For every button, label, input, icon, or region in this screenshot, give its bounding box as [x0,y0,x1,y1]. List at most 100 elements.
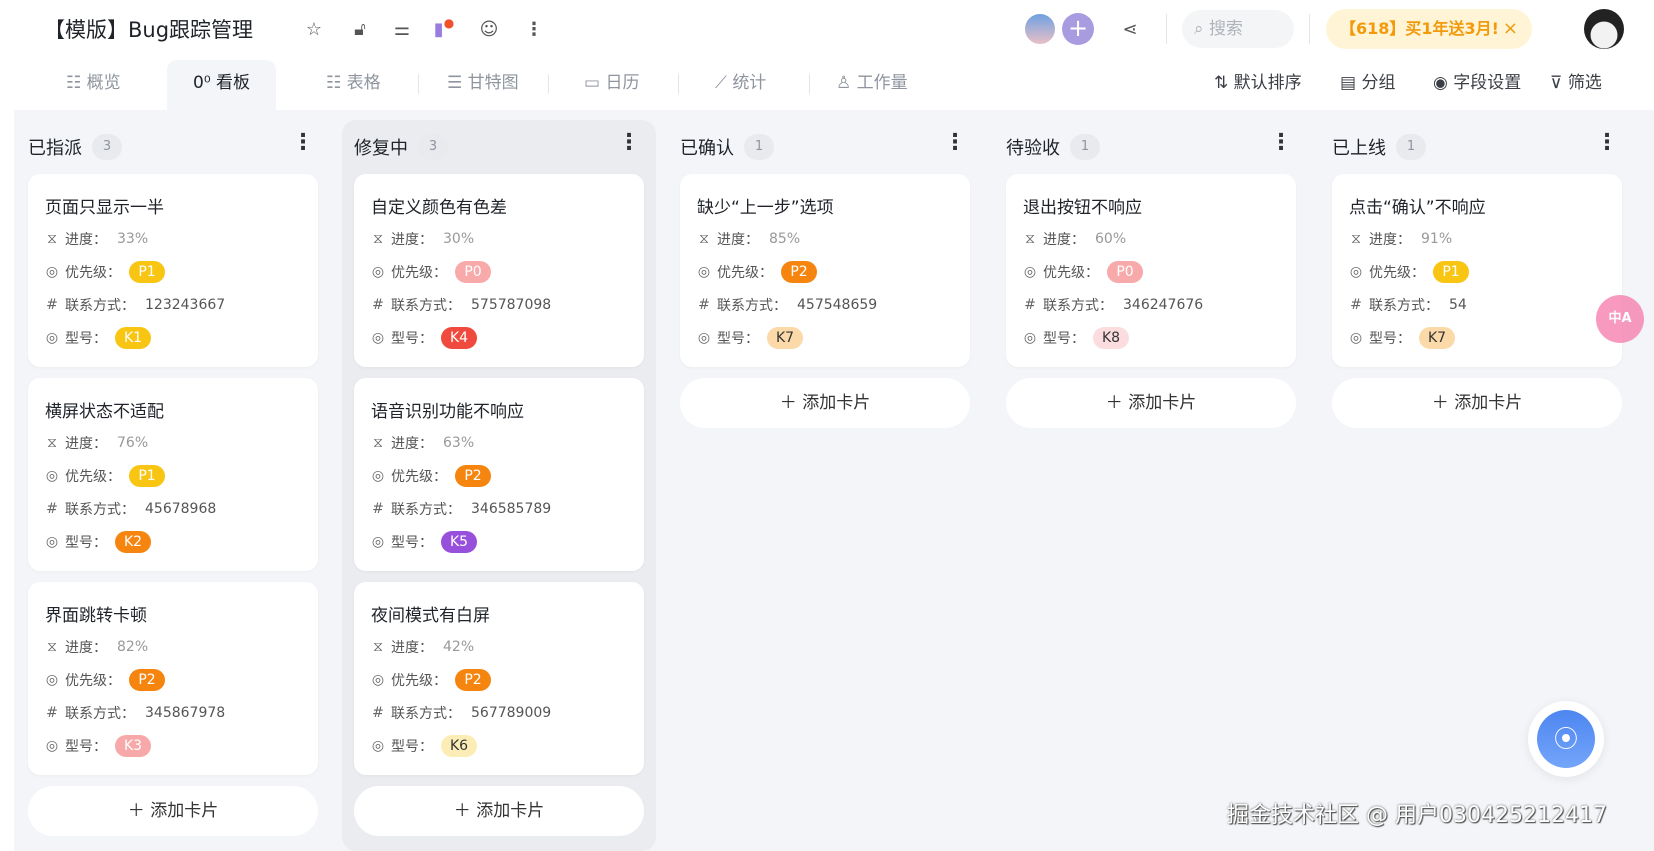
user-avatar[interactable] [1584,9,1624,49]
settings-sliders-icon[interactable]: ⚌ [390,17,414,41]
column-title: 已确认 [680,138,734,159]
field-label: 进度： [65,436,107,452]
group-icon: ▤ [1340,73,1357,93]
translate-icon[interactable]: 中A [1596,295,1644,343]
column-header: 待验收 1 [1006,134,1100,160]
contact-field: # 联系方式： 575787098 [369,293,551,317]
field-label: 优先级： [1369,265,1425,281]
sort-button[interactable]: ⇅ 默认排序 [1214,60,1302,110]
share-icon[interactable]: ⋖ [1118,17,1142,41]
hot-plugin-icon[interactable]: ▮ ● [432,16,456,41]
model-badge: K2 [115,531,152,553]
target-icon: ◎ [371,738,385,754]
bug-card[interactable]: 点击“确认”不响应 ⧖ 进度： 91% ◎ 优先级： P1 # 联系方式： 54 ◎ 型号： K7 [1332,174,1622,367]
field-value: 85% [769,231,801,247]
bug-card[interactable]: 自定义颜色有色差 ⧖ 进度： 30% ◎ 优先级： P0 # 联系方式： 575787098 ◎ 型号… [354,174,644,367]
column-header: 已上线 1 [1332,134,1426,160]
progress-field: ⧖ 进度： 91% [1347,227,1452,251]
divider [418,74,419,94]
column-header: 修复中 3 [354,134,448,160]
tool-label: 默认排序 [1233,73,1302,93]
page-title: 【模版】Bug跟踪管理 [44,18,254,42]
bug-card[interactable]: 语音识别功能不响应 ⧖ 进度： 63% ◎ 优先级： P2 # 联系方式： 346585789 ◎ 型… [354,378,644,571]
field-settings-button[interactable]: ◉ 字段设置 [1433,60,1521,110]
target-icon: ◎ [45,738,59,754]
field-label: 优先级： [1043,265,1099,281]
bug-card[interactable]: 退出按钮不响应 ⧖ 进度： 60% ◎ 优先级： P0 # 联系方式： 346247676 ◎ 型号：… [1006,174,1296,367]
promo-banner[interactable]: 【618】买1年送3月! × [1326,9,1532,49]
field-label: 型号： [391,739,433,755]
bug-card[interactable]: 缺少“上一步”选项 ⧖ 进度： 85% ◎ 优先级： P2 # 联系方式： 457548659 ◎ 型… [680,174,970,367]
contact-field: # 联系方式： 346585789 [369,497,551,521]
field-label: 联系方式： [717,298,787,314]
tab-table[interactable]: ☷ 表格 [326,60,381,110]
tab-workload[interactable]: ♙ 工作量 [836,60,908,110]
tool-label: 筛选 [1567,73,1602,93]
collaborator-avatar[interactable] [1023,12,1057,46]
field-label: 型号： [65,331,107,347]
add-card-button[interactable]: ＋ 添加卡片 [680,378,970,428]
add-collaborator-button[interactable]: + [1062,13,1094,45]
tool-label: 字段设置 [1453,73,1522,93]
divider [1166,14,1167,44]
priority-field: ◎ 优先级： P2 [369,464,491,488]
priority-badge: P2 [455,465,491,487]
card-title: 自定义颜色有色差 [371,198,507,218]
tab-statistics[interactable]: ⟋ 统计 [715,60,766,110]
card-title: 夜间模式有白屏 [371,606,490,626]
more-icon[interactable]: ⋮ [522,17,546,41]
target-icon: ◎ [371,534,385,550]
model-field: ◎ 型号： K3 [43,734,152,758]
add-card-button[interactable]: ＋ 添加卡片 [1332,378,1622,428]
bug-card[interactable]: 横屏状态不适配 ⧖ 进度： 76% ◎ 优先级： P1 # 联系方式： 45678968 ◎ 型号： K… [28,378,318,571]
star-icon[interactable]: ☆ [302,17,326,41]
priority-badge: P1 [129,465,165,487]
lock-icon[interactable]: 🔓︎ [348,17,372,41]
column-more-icon[interactable]: ⋮ [1270,130,1292,155]
add-card-button[interactable]: ＋ 添加卡片 [1006,378,1296,428]
tab-calendar[interactable]: ▭ 日历 [584,60,639,110]
search-input[interactable]: ⌕ 搜索 [1182,10,1294,48]
tab-label: 工作量 [856,73,908,93]
hourglass-icon: ⧖ [1025,231,1035,247]
target-icon: ◎ [45,264,59,280]
tab-overview[interactable]: ☷ 概览 [66,60,121,110]
progress-field: ⧖ 进度： 33% [43,227,148,251]
field-label: 进度： [1369,232,1411,248]
target-icon: ◎ [371,672,385,688]
chart-icon: ⟋ [715,73,727,93]
bug-card[interactable]: 页面只显示一半 ⧖ 进度： 33% ◎ 优先级： P1 # 联系方式： 123243667 ◎ 型号：… [28,174,318,367]
target-icon: ◎ [1349,330,1363,346]
column-header: 已确认 1 [680,134,774,160]
close-icon[interactable]: × [1503,9,1518,49]
filter-button[interactable]: ⊽ 筛选 [1550,60,1602,110]
model-field: ◎ 型号： K7 [1347,326,1456,350]
list-icon: ☷ [326,73,342,93]
column-title: 待验收 [1006,138,1060,159]
robot-icon[interactable]: ☺ [477,17,501,41]
priority-badge: P1 [1433,261,1469,283]
field-value: 345867978 [145,705,226,721]
calendar-icon: ▭ [584,73,601,93]
add-card-button[interactable]: ＋ 添加卡片 [28,786,318,836]
floating-action-button[interactable]: ⦿ [1528,701,1604,777]
priority-badge: P0 [455,261,491,283]
bug-card[interactable]: 夜间模式有白屏 ⧖ 进度： 42% ◎ 优先级： P2 # 联系方式： 567789009 ◎ 型号：… [354,582,644,775]
field-label: 优先级： [391,673,447,689]
tab-kanban[interactable]: 0⁰ 看板 [167,60,277,110]
column-more-icon[interactable]: ⋮ [292,130,314,155]
add-card-button[interactable]: ＋ 添加卡片 [354,786,644,836]
hourglass-icon: ⧖ [47,639,57,655]
model-field: ◎ 型号： K1 [43,326,152,350]
group-button[interactable]: ▤ 分组 [1340,60,1395,110]
target-icon: ◎ [697,330,711,346]
bug-card[interactable]: 界面跳转卡顿 ⧖ 进度： 82% ◎ 优先级： P2 # 联系方式： 345867978 ◎ 型号： K… [28,582,318,775]
column-more-icon[interactable]: ⋮ [618,130,640,155]
card-title: 缺少“上一步”选项 [697,198,834,218]
divider [809,74,810,94]
column-more-icon[interactable]: ⋮ [944,130,966,155]
field-value: 30% [443,231,475,247]
column-more-icon[interactable]: ⋮ [1596,130,1618,155]
eye-icon: ◉ [1433,73,1448,93]
tab-gantt[interactable]: ☰ 甘特图 [447,60,519,110]
